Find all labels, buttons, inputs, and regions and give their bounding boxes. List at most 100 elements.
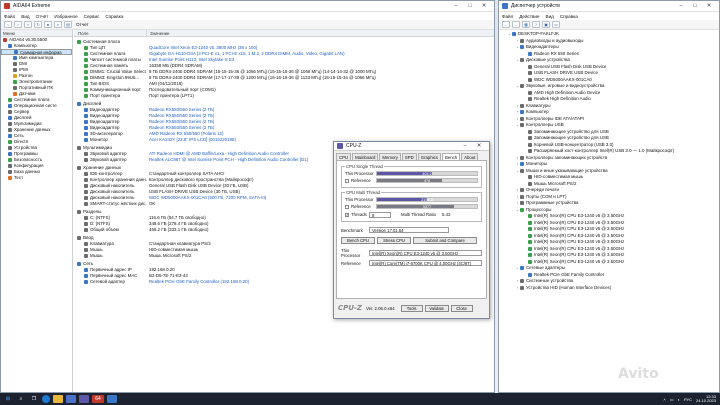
dm-monitor-icon[interactable]: ▭ (552, 21, 560, 28)
field-label: Общий объём (90, 227, 119, 232)
close-button[interactable]: ✕ (477, 3, 491, 9)
tab-bench[interactable]: Bench (441, 153, 461, 160)
graph-icon[interactable]: ≈ (54, 21, 62, 28)
validate-button[interactable]: Validate (424, 304, 449, 312)
menu-help[interactable]: Справка (105, 14, 123, 19)
taskbar: ⊞ ⌕ ❐ 64 ˄ ▭ ◖ РУС 12:33 24.10.2023 (0, 393, 720, 405)
stress-cpu-button[interactable]: Stress CPU (377, 236, 411, 244)
report-icon[interactable]: ▤ (64, 21, 72, 28)
section-title: Мультимедиа (83, 145, 112, 150)
dm-properties-icon[interactable]: ▦ (522, 21, 530, 28)
menu-view[interactable]: Вид (21, 14, 29, 19)
single-this-bar: 404.2 (376, 171, 478, 176)
explorer-icon[interactable] (53, 395, 63, 403)
up-icon[interactable]: ˄ (24, 21, 32, 28)
tree-item-icon (13, 68, 17, 72)
minimize-button[interactable]: – (449, 3, 463, 9)
cpuz-close-footer-button[interactable]: Close (450, 304, 473, 312)
field-icon (84, 82, 88, 86)
column-field[interactable]: Поле (74, 30, 147, 36)
device-manager-title: Диспетчер устройств (511, 3, 560, 9)
tree-list: AIDA64 v6.30.5500 Компьютер Суммарная инфо… (1, 37, 72, 181)
menu-report[interactable]: Отчёт (36, 14, 49, 19)
task-view-icon[interactable]: ❐ (29, 395, 39, 403)
reference-select[interactable]: Intel(R) Core(TM) i7-6700K CPU @ 4.00GHz… (369, 260, 482, 266)
tree-item[interactable]: Суммарная информа (1, 49, 72, 55)
device-icon (528, 142, 532, 147)
tree-item-icon (8, 146, 12, 150)
device-manager-titlebar[interactable]: Диспетчер устройств – □ ✕ (499, 1, 719, 12)
dm-close-button[interactable]: ✕ (702, 3, 716, 9)
device-manager-taskbar-icon[interactable] (107, 395, 117, 403)
cpuz-taskbar-icon[interactable] (79, 395, 89, 403)
tab-mainboard[interactable]: Mainboard (352, 153, 379, 160)
single-ref-checkbox[interactable] (345, 178, 349, 183)
tray-chevron-icon[interactable]: ˄ (663, 397, 665, 402)
clock[interactable]: 12:33 24.10.2023 (696, 394, 720, 404)
field-icon (84, 268, 88, 272)
bench-cpu-button[interactable]: Bench CPU (341, 236, 375, 244)
field-icon (84, 108, 88, 112)
network-icon[interactable]: ▭ (670, 397, 674, 402)
cpuz-minimize-button[interactable]: – (458, 143, 472, 149)
device-icon (528, 227, 532, 232)
tab-spd[interactable]: SPD (401, 153, 417, 160)
user-icon[interactable]: ● (44, 21, 52, 28)
store-icon[interactable] (66, 395, 76, 403)
dm-menu-help[interactable]: Справка (560, 14, 578, 19)
device-icon (528, 71, 532, 76)
menu-file[interactable]: Файл (4, 14, 15, 19)
tab-graphics[interactable]: Graphics (417, 153, 441, 160)
threads-checkbox[interactable]: ✓ (345, 212, 349, 217)
dm-menu-view[interactable]: Вид (546, 14, 554, 19)
multi-ref-label: Reference (351, 204, 371, 209)
dm-scan-icon[interactable]: ▣ (542, 21, 550, 28)
menu-tools[interactable]: Сервис (84, 14, 100, 19)
windows-start-icon[interactable]: ⊞ (3, 395, 13, 403)
dm-maximize-button[interactable]: □ (688, 3, 702, 9)
device-icon (512, 32, 516, 37)
details-column-header: Поле Значение (74, 30, 494, 37)
field-label: Мышь (90, 253, 103, 258)
cpuz-tabs: CPU Mainboard Memory SPD Graphics Bench … (334, 151, 489, 160)
aida64-titlebar[interactable]: AIDA64 Extreme – □ ✕ (1, 1, 494, 12)
maximize-button[interactable]: □ (463, 3, 477, 9)
language-indicator[interactable]: РУС (684, 397, 692, 402)
tools-button[interactable]: Tools (400, 304, 423, 312)
menu-favorites[interactable]: Избранное (54, 14, 77, 19)
device-tree-item[interactable]: › Устройства HID (Human Interface Devices… (507, 285, 719, 292)
multi-ref-checkbox[interactable] (345, 204, 349, 209)
device-tree: ⌄ DESKTOP-FAKLFJK › Аудиовходы и аудиовыход… (499, 31, 719, 392)
tab-memory[interactable]: Memory (379, 153, 401, 160)
dm-menu-action[interactable]: Действие (519, 14, 539, 19)
column-value[interactable]: Значение (147, 30, 169, 36)
field-icon (84, 152, 88, 156)
threads-select[interactable]: 8 (369, 211, 391, 218)
edge-icon[interactable] (42, 395, 50, 403)
reference-label: Reference (341, 260, 361, 266)
benchmark-select[interactable]: Version 17.01.64 (369, 227, 449, 233)
refresh-icon[interactable]: ↻ (34, 21, 42, 28)
detail-row[interactable]: Порт принтера Порт принтера (LPT1) (74, 93, 494, 99)
dm-forward-icon[interactable]: → (512, 21, 520, 28)
submit-compare-button[interactable]: Submit and Compare (413, 236, 477, 244)
tab-about[interactable]: About (461, 153, 479, 160)
dm-minimize-button[interactable]: – (674, 3, 688, 9)
tree-item[interactable]: Тест (1, 175, 72, 181)
device-icon (528, 149, 532, 154)
volume-icon[interactable]: ◖ (678, 397, 680, 402)
this-processor-label: This Processor (341, 248, 361, 258)
back-icon[interactable]: ‹ (4, 21, 12, 28)
forward-icon[interactable]: › (14, 21, 22, 28)
dm-back-icon[interactable]: ← (502, 21, 510, 28)
dm-help-icon[interactable]: ? (532, 21, 540, 28)
aida64-taskbar-icon[interactable]: 64 (92, 395, 104, 403)
device-icon (520, 188, 524, 193)
report-label[interactable]: Отчет (76, 22, 89, 27)
cpuz-titlebar[interactable]: CPU-Z – ✕ (334, 142, 489, 151)
field-icon (84, 120, 88, 124)
tab-cpu[interactable]: CPU (336, 153, 352, 160)
dm-menu-file[interactable]: Файл (502, 14, 513, 19)
cpuz-close-button[interactable]: ✕ (472, 143, 486, 149)
search-icon[interactable]: ⌕ (16, 395, 26, 403)
